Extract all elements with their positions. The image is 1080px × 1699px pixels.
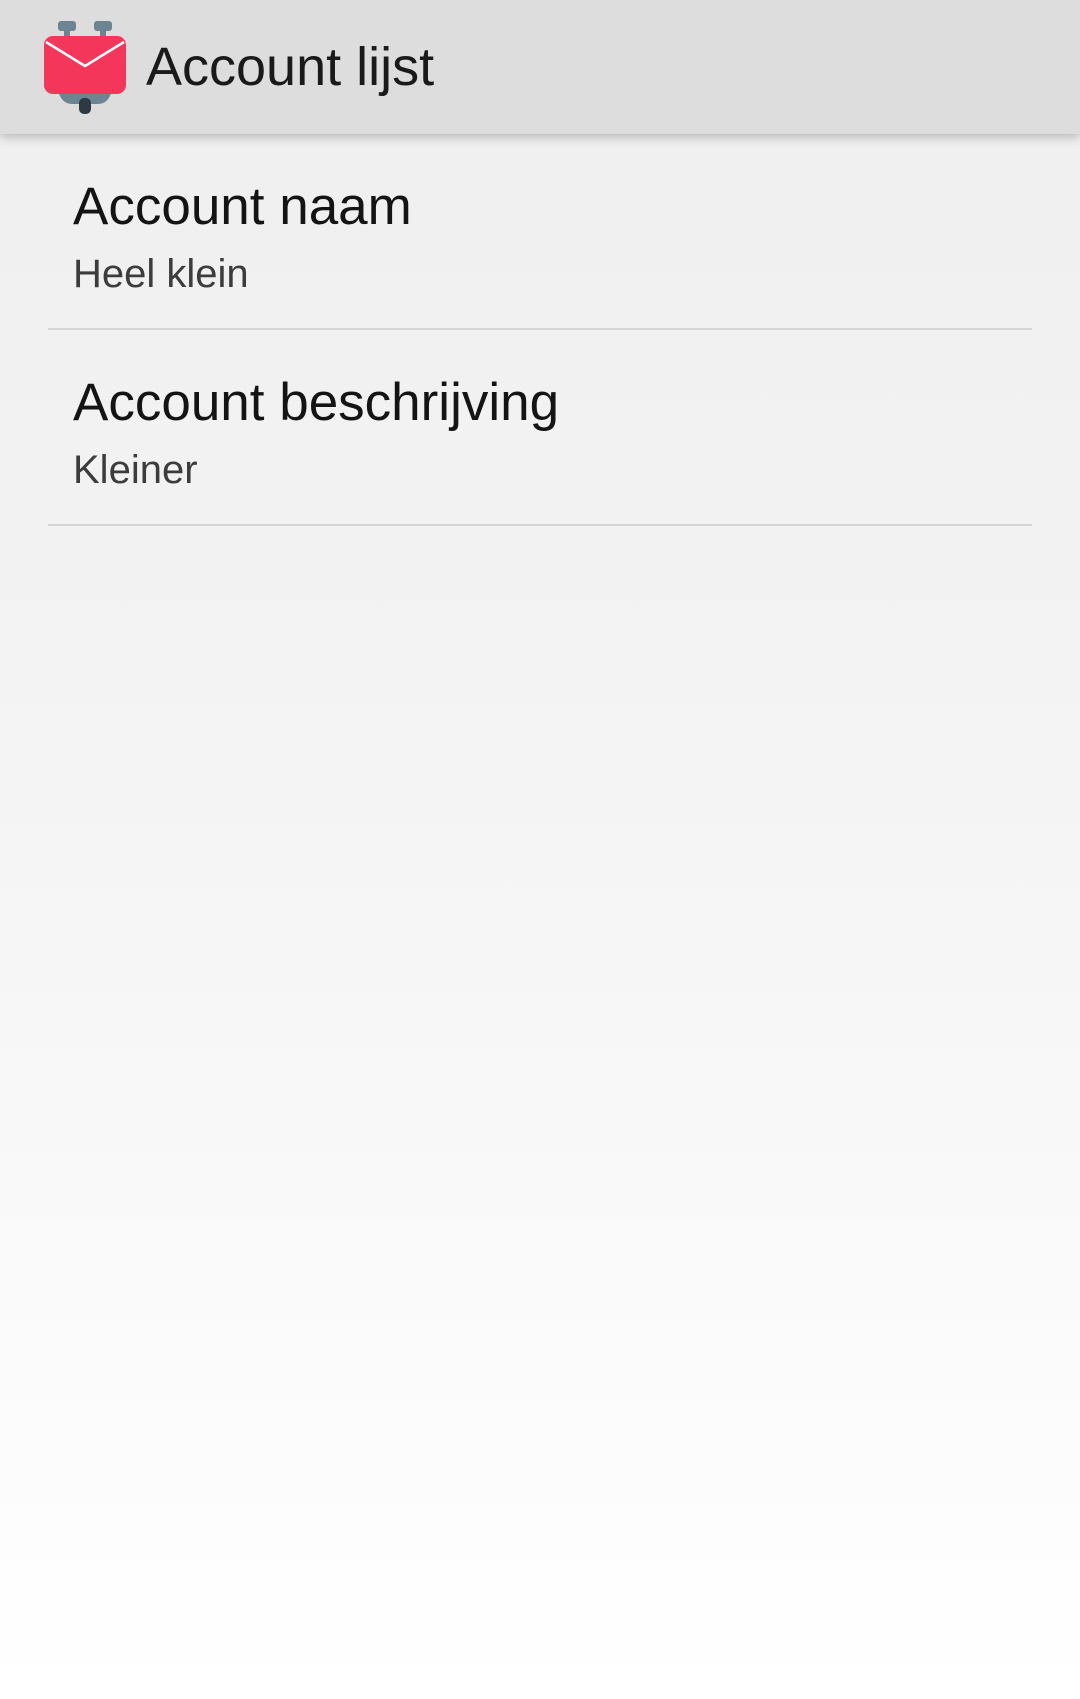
pref-title: Account naam	[73, 177, 412, 236]
pref-item-account-description[interactable]: Account beschrijving Kleiner	[48, 330, 1032, 526]
pref-item-account-name[interactable]: Account naam Heel klein	[48, 134, 1032, 330]
pref-summary: Kleiner	[73, 448, 198, 492]
pref-title: Account beschrijving	[73, 373, 560, 432]
k9-mail-logo-icon[interactable]	[44, 20, 126, 114]
app-bar: Account lijst	[0, 0, 1080, 134]
preference-list: Account naam Heel klein Account beschrij…	[0, 134, 1080, 526]
pref-summary: Heel klein	[73, 252, 249, 296]
page-title: Account lijst	[146, 37, 435, 97]
